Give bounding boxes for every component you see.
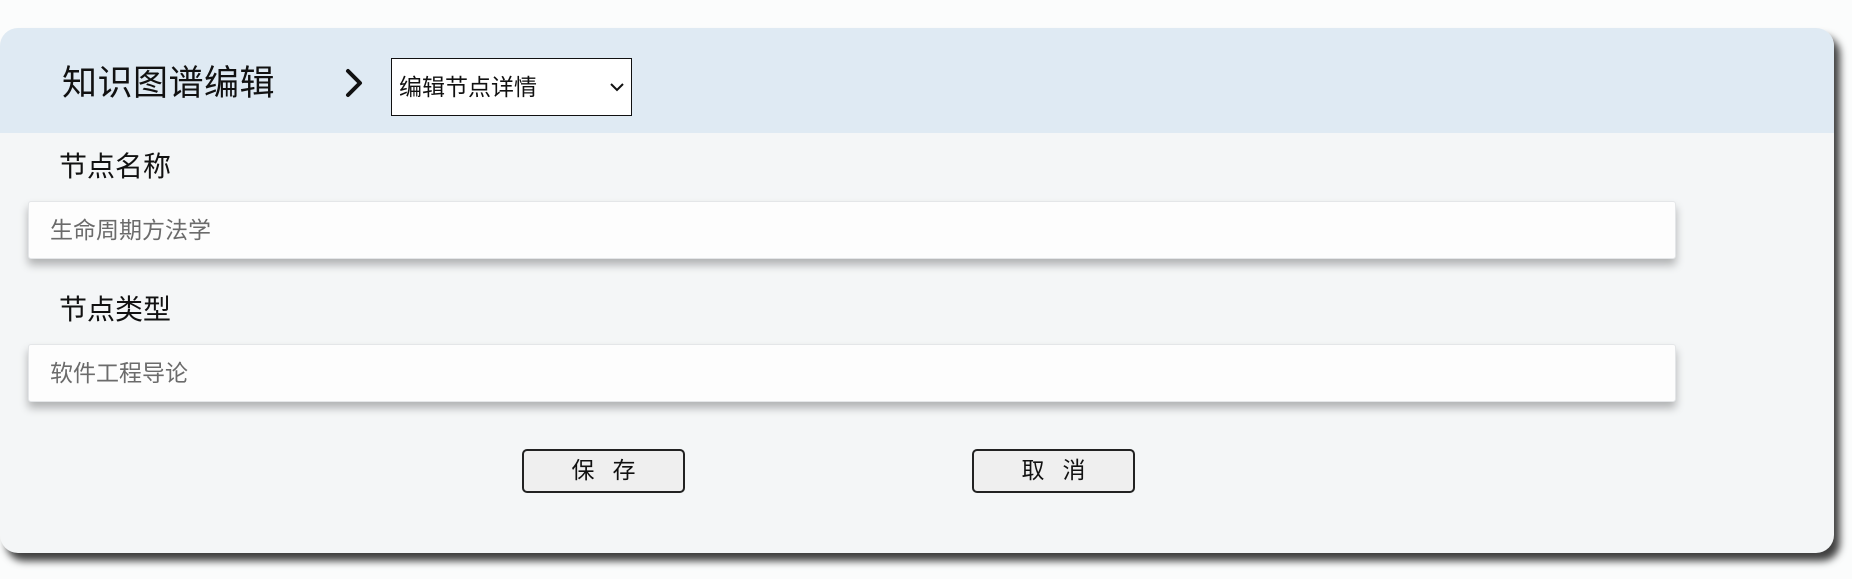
node-name-placeholder: 生命周期方法学 bbox=[50, 218, 211, 244]
node-name-label: 节点名称 bbox=[59, 150, 172, 183]
chevron-right-icon bbox=[346, 69, 362, 97]
chevron-down-icon bbox=[610, 83, 624, 92]
header-bar: 知识图谱编辑 编辑节点详情 bbox=[0, 28, 1834, 133]
node-type-input[interactable]: 软件工程导论 bbox=[28, 344, 1676, 402]
mode-select-value: 编辑节点详情 bbox=[399, 75, 537, 101]
editor-panel: 知识图谱编辑 编辑节点详情 节点名称 生命周期方法学 节点类型 软件工程导论 保… bbox=[0, 28, 1834, 553]
node-type-placeholder: 软件工程导论 bbox=[50, 361, 188, 387]
save-button[interactable]: 保存 bbox=[522, 449, 685, 493]
mode-select[interactable]: 编辑节点详情 bbox=[391, 58, 632, 116]
page-title: 知识图谱编辑 bbox=[62, 64, 276, 104]
node-type-label: 节点类型 bbox=[59, 293, 172, 326]
cancel-button[interactable]: 取消 bbox=[972, 449, 1135, 493]
node-name-input[interactable]: 生命周期方法学 bbox=[28, 201, 1676, 259]
